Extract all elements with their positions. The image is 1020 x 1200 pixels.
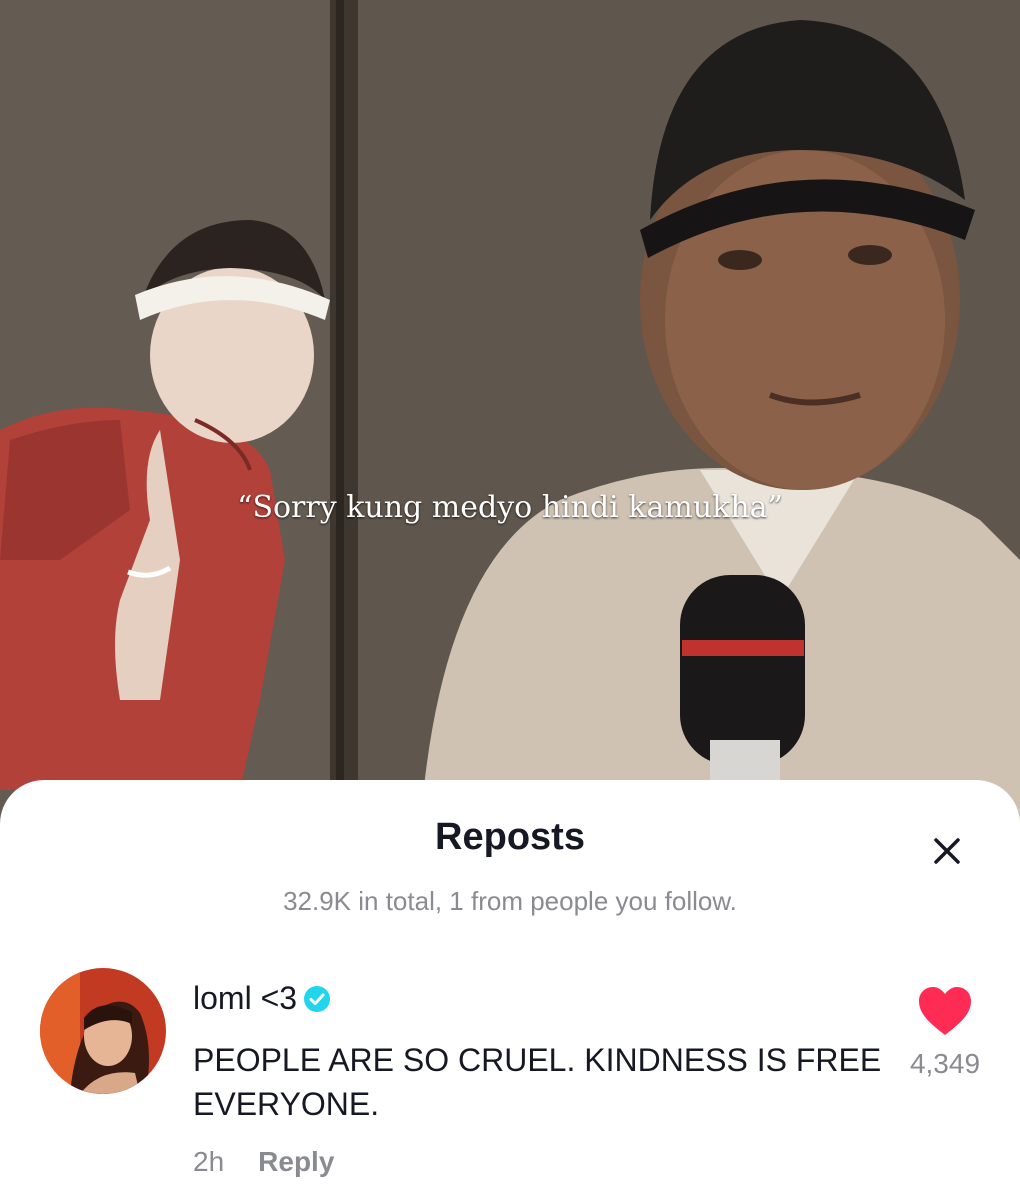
video-player[interactable]: “Sorry kung medyo hindi kamukha” <box>0 0 1020 830</box>
close-button[interactable] <box>926 830 968 872</box>
comment-username[interactable]: loml <3 <box>193 980 331 1017</box>
close-icon <box>934 838 960 864</box>
video-caption: “Sorry kung medyo hindi kamukha” <box>237 490 783 525</box>
reposts-sheet: Reposts 32.9K in total, 1 from people yo… <box>0 780 1020 1200</box>
like-count: 4,349 <box>909 1048 981 1079</box>
repost-summary: 32.9K in total, 1 from people you follow… <box>283 886 737 916</box>
video-frame <box>0 0 1020 830</box>
heart-icon <box>919 987 971 1035</box>
comment-meta: 2h Reply <box>193 1146 334 1178</box>
avatar-image <box>40 968 166 1094</box>
comment-text: PEOPLE ARE SO CRUEL. KINDNESS IS FREE EV… <box>193 1042 882 1122</box>
comment-time: 2h <box>193 1146 225 1177</box>
username-text: loml <3 <box>193 980 298 1016</box>
sheet-title: Reposts <box>435 816 585 858</box>
avatar[interactable] <box>40 968 166 1094</box>
verified-badge-icon <box>303 985 331 1013</box>
like-button[interactable] <box>916 984 974 1038</box>
reply-button[interactable]: Reply <box>258 1146 334 1178</box>
